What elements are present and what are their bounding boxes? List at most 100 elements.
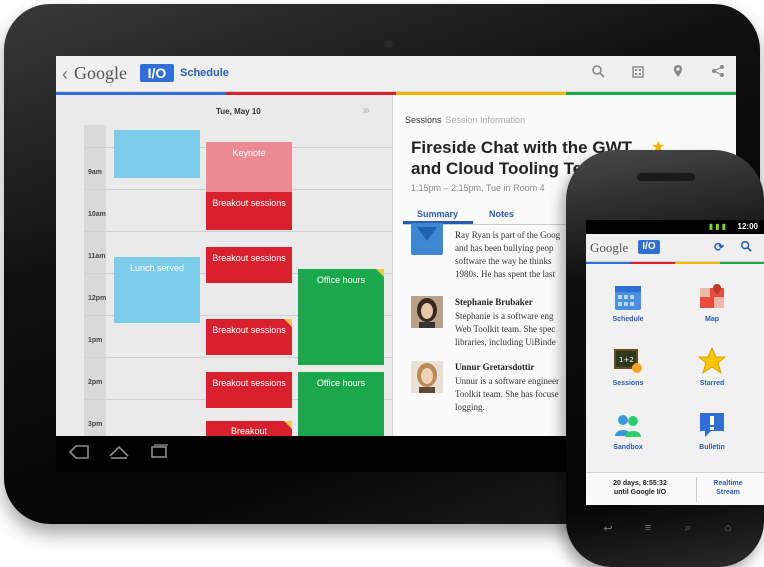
breadcrumb: Sessions Session Information bbox=[405, 115, 525, 125]
bio-line: Toolkit team. She has focuse bbox=[455, 389, 559, 399]
people-icon bbox=[613, 410, 643, 440]
io-logo[interactable]: I/O bbox=[140, 64, 174, 82]
time-label: 1pm bbox=[88, 337, 103, 344]
avatar bbox=[411, 223, 443, 255]
schedule-block-office-hours[interactable]: Office hours bbox=[298, 269, 384, 365]
search-icon[interactable] bbox=[740, 240, 752, 255]
tile-label: Starred bbox=[699, 380, 725, 387]
countdown: 20 days, 8:55:32 until Google I/O bbox=[586, 479, 694, 497]
time-label: 3pm bbox=[88, 421, 103, 428]
schedule-block-breakout[interactable]: Breakout bbox=[206, 421, 292, 436]
schedule-block-breakout[interactable]: Breakout sessions bbox=[206, 192, 292, 230]
tile-label: Schedule bbox=[612, 316, 644, 323]
session-time: 1:15pm – 2:15pm, Tue in Room 4 bbox=[411, 183, 545, 193]
time-label: 9am bbox=[88, 169, 103, 176]
time-label: 10am bbox=[88, 211, 106, 218]
phone-footer: 20 days, 8:55:32 until Google I/O Realti… bbox=[586, 472, 764, 505]
avatar bbox=[411, 296, 443, 328]
search-icon[interactable] bbox=[590, 64, 606, 80]
back-icon[interactable] bbox=[68, 444, 90, 465]
schedule-block-breakout[interactable]: Breakout sessions bbox=[206, 372, 292, 408]
block-label: Office hours bbox=[316, 378, 366, 388]
schedule-block[interactable] bbox=[114, 130, 200, 178]
dashboard-tile-bulletin[interactable]: Bulletin bbox=[682, 410, 742, 451]
block-label: Lunch served bbox=[129, 263, 185, 273]
phone-capacitive-buttons: ↩ ≡ ⌕ ⌂ bbox=[600, 522, 736, 535]
fold-marker bbox=[376, 269, 384, 277]
dashboard-grid: Schedule Map 1+2 Sessions Starred Sandbo… bbox=[586, 264, 764, 472]
building-icon[interactable] bbox=[630, 64, 646, 80]
speaker-bio: Unnur Gretarsdottir Unnur is a software … bbox=[455, 361, 559, 414]
bio-line: Web Toolkit team. She spec bbox=[455, 324, 556, 334]
footer-divider bbox=[696, 477, 697, 502]
schedule-block-keynote[interactable]: Keynote bbox=[206, 142, 292, 192]
stream-label: Stream bbox=[716, 489, 740, 496]
bio-line: Ray Ryan is part of the Goog bbox=[455, 230, 561, 240]
schedule-block-office-hours[interactable]: Office hours bbox=[298, 372, 384, 436]
map-pin-icon[interactable] bbox=[670, 64, 686, 80]
home-icon[interactable] bbox=[108, 444, 130, 465]
dashboard-tile-sessions[interactable]: 1+2 Sessions bbox=[598, 346, 658, 387]
io-logo[interactable]: I/O bbox=[638, 240, 660, 254]
block-label: Office hours bbox=[316, 275, 366, 285]
chevrons-right-icon[interactable]: ››› bbox=[362, 103, 370, 117]
tablet-camera bbox=[385, 40, 393, 48]
exclamation-icon bbox=[697, 410, 727, 440]
bio-line: Stephanie is a software eng bbox=[455, 311, 554, 321]
block-label: Breakout sessions bbox=[212, 253, 286, 263]
block-label: Breakout sessions bbox=[212, 325, 286, 335]
countdown-time: 20 days, 8:55:32 bbox=[613, 480, 667, 487]
status-bar: ▮▮▮ 12:00 bbox=[586, 220, 764, 234]
hour-divider bbox=[84, 231, 402, 232]
home-icon[interactable]: ⌂ bbox=[720, 522, 736, 535]
speaker-bio: Stephanie Brubaker Stephanie is a softwa… bbox=[455, 296, 556, 349]
tile-label: Bulletin bbox=[699, 444, 725, 451]
speaker-bio: Ray Ryan is part of the Goog and has bee… bbox=[455, 229, 560, 281]
back-icon[interactable]: ↩ bbox=[600, 522, 616, 535]
bio-line: software the way he thinks bbox=[455, 256, 552, 266]
fold-marker bbox=[284, 421, 292, 429]
realtime-label: Realtime bbox=[713, 480, 743, 487]
breadcrumb-sessions[interactable]: Sessions bbox=[405, 115, 442, 125]
dashboard-tile-map[interactable]: Map bbox=[682, 282, 742, 323]
tab-notes[interactable]: Notes bbox=[489, 209, 514, 219]
schedule-block-breakout[interactable]: Breakout sessions bbox=[206, 247, 292, 283]
schedule-grid: Tue, May 10 ››› 9am 10am 11am 12pm 1pm 2… bbox=[66, 95, 402, 436]
action-icons bbox=[590, 64, 726, 80]
share-icon[interactable] bbox=[710, 64, 726, 80]
tab-summary[interactable]: Summary bbox=[417, 209, 458, 219]
tile-label: Map bbox=[705, 316, 719, 323]
search-icon[interactable]: ⌕ bbox=[680, 522, 696, 535]
chevron-left-icon[interactable]: ‹ bbox=[62, 64, 68, 85]
avatar bbox=[411, 361, 443, 393]
speaker-name[interactable]: Unnur Gretarsdottir bbox=[455, 361, 559, 374]
recents-icon[interactable] bbox=[148, 444, 170, 465]
phone-action-bar: Google I/O ⟳ bbox=[586, 234, 764, 262]
schedule-block-breakout[interactable]: Breakout sessions bbox=[206, 319, 292, 355]
menu-icon[interactable]: ≡ bbox=[640, 522, 656, 535]
google-logo[interactable]: Google bbox=[590, 240, 628, 256]
speaker-name[interactable]: Stephanie Brubaker bbox=[455, 296, 556, 309]
schedule-date: Tue, May 10 bbox=[216, 107, 261, 116]
realtime-stream-link[interactable]: Realtime Stream bbox=[700, 479, 756, 497]
calendar-icon bbox=[613, 282, 643, 312]
google-logo[interactable]: Google bbox=[74, 63, 127, 84]
star-icon bbox=[697, 346, 727, 376]
status-time: 12:00 bbox=[737, 222, 758, 231]
tile-label: Sessions bbox=[612, 380, 644, 387]
dashboard-tile-starred[interactable]: Starred bbox=[682, 346, 742, 387]
phone-screen: ▮▮▮ 12:00 Google I/O ⟳ Schedule Map 1+2 … bbox=[586, 220, 764, 505]
time-label: 2pm bbox=[88, 379, 103, 386]
fold-marker bbox=[284, 319, 292, 327]
block-label: Keynote bbox=[232, 148, 266, 158]
dashboard-tile-schedule[interactable]: Schedule bbox=[598, 282, 658, 323]
block-label: Breakout sessions bbox=[212, 198, 286, 208]
breadcrumb-session-info: Session Information bbox=[445, 115, 526, 125]
page-title: Schedule bbox=[180, 67, 229, 79]
schedule-block-lunch[interactable]: Lunch served bbox=[114, 257, 200, 323]
bio-line: libraries, including UiBinde bbox=[455, 337, 556, 347]
countdown-caption: until Google I/O bbox=[613, 489, 667, 496]
refresh-icon[interactable]: ⟳ bbox=[714, 240, 724, 254]
dashboard-tile-sandbox[interactable]: Sandbox bbox=[598, 410, 658, 451]
time-label: 12pm bbox=[88, 295, 107, 302]
